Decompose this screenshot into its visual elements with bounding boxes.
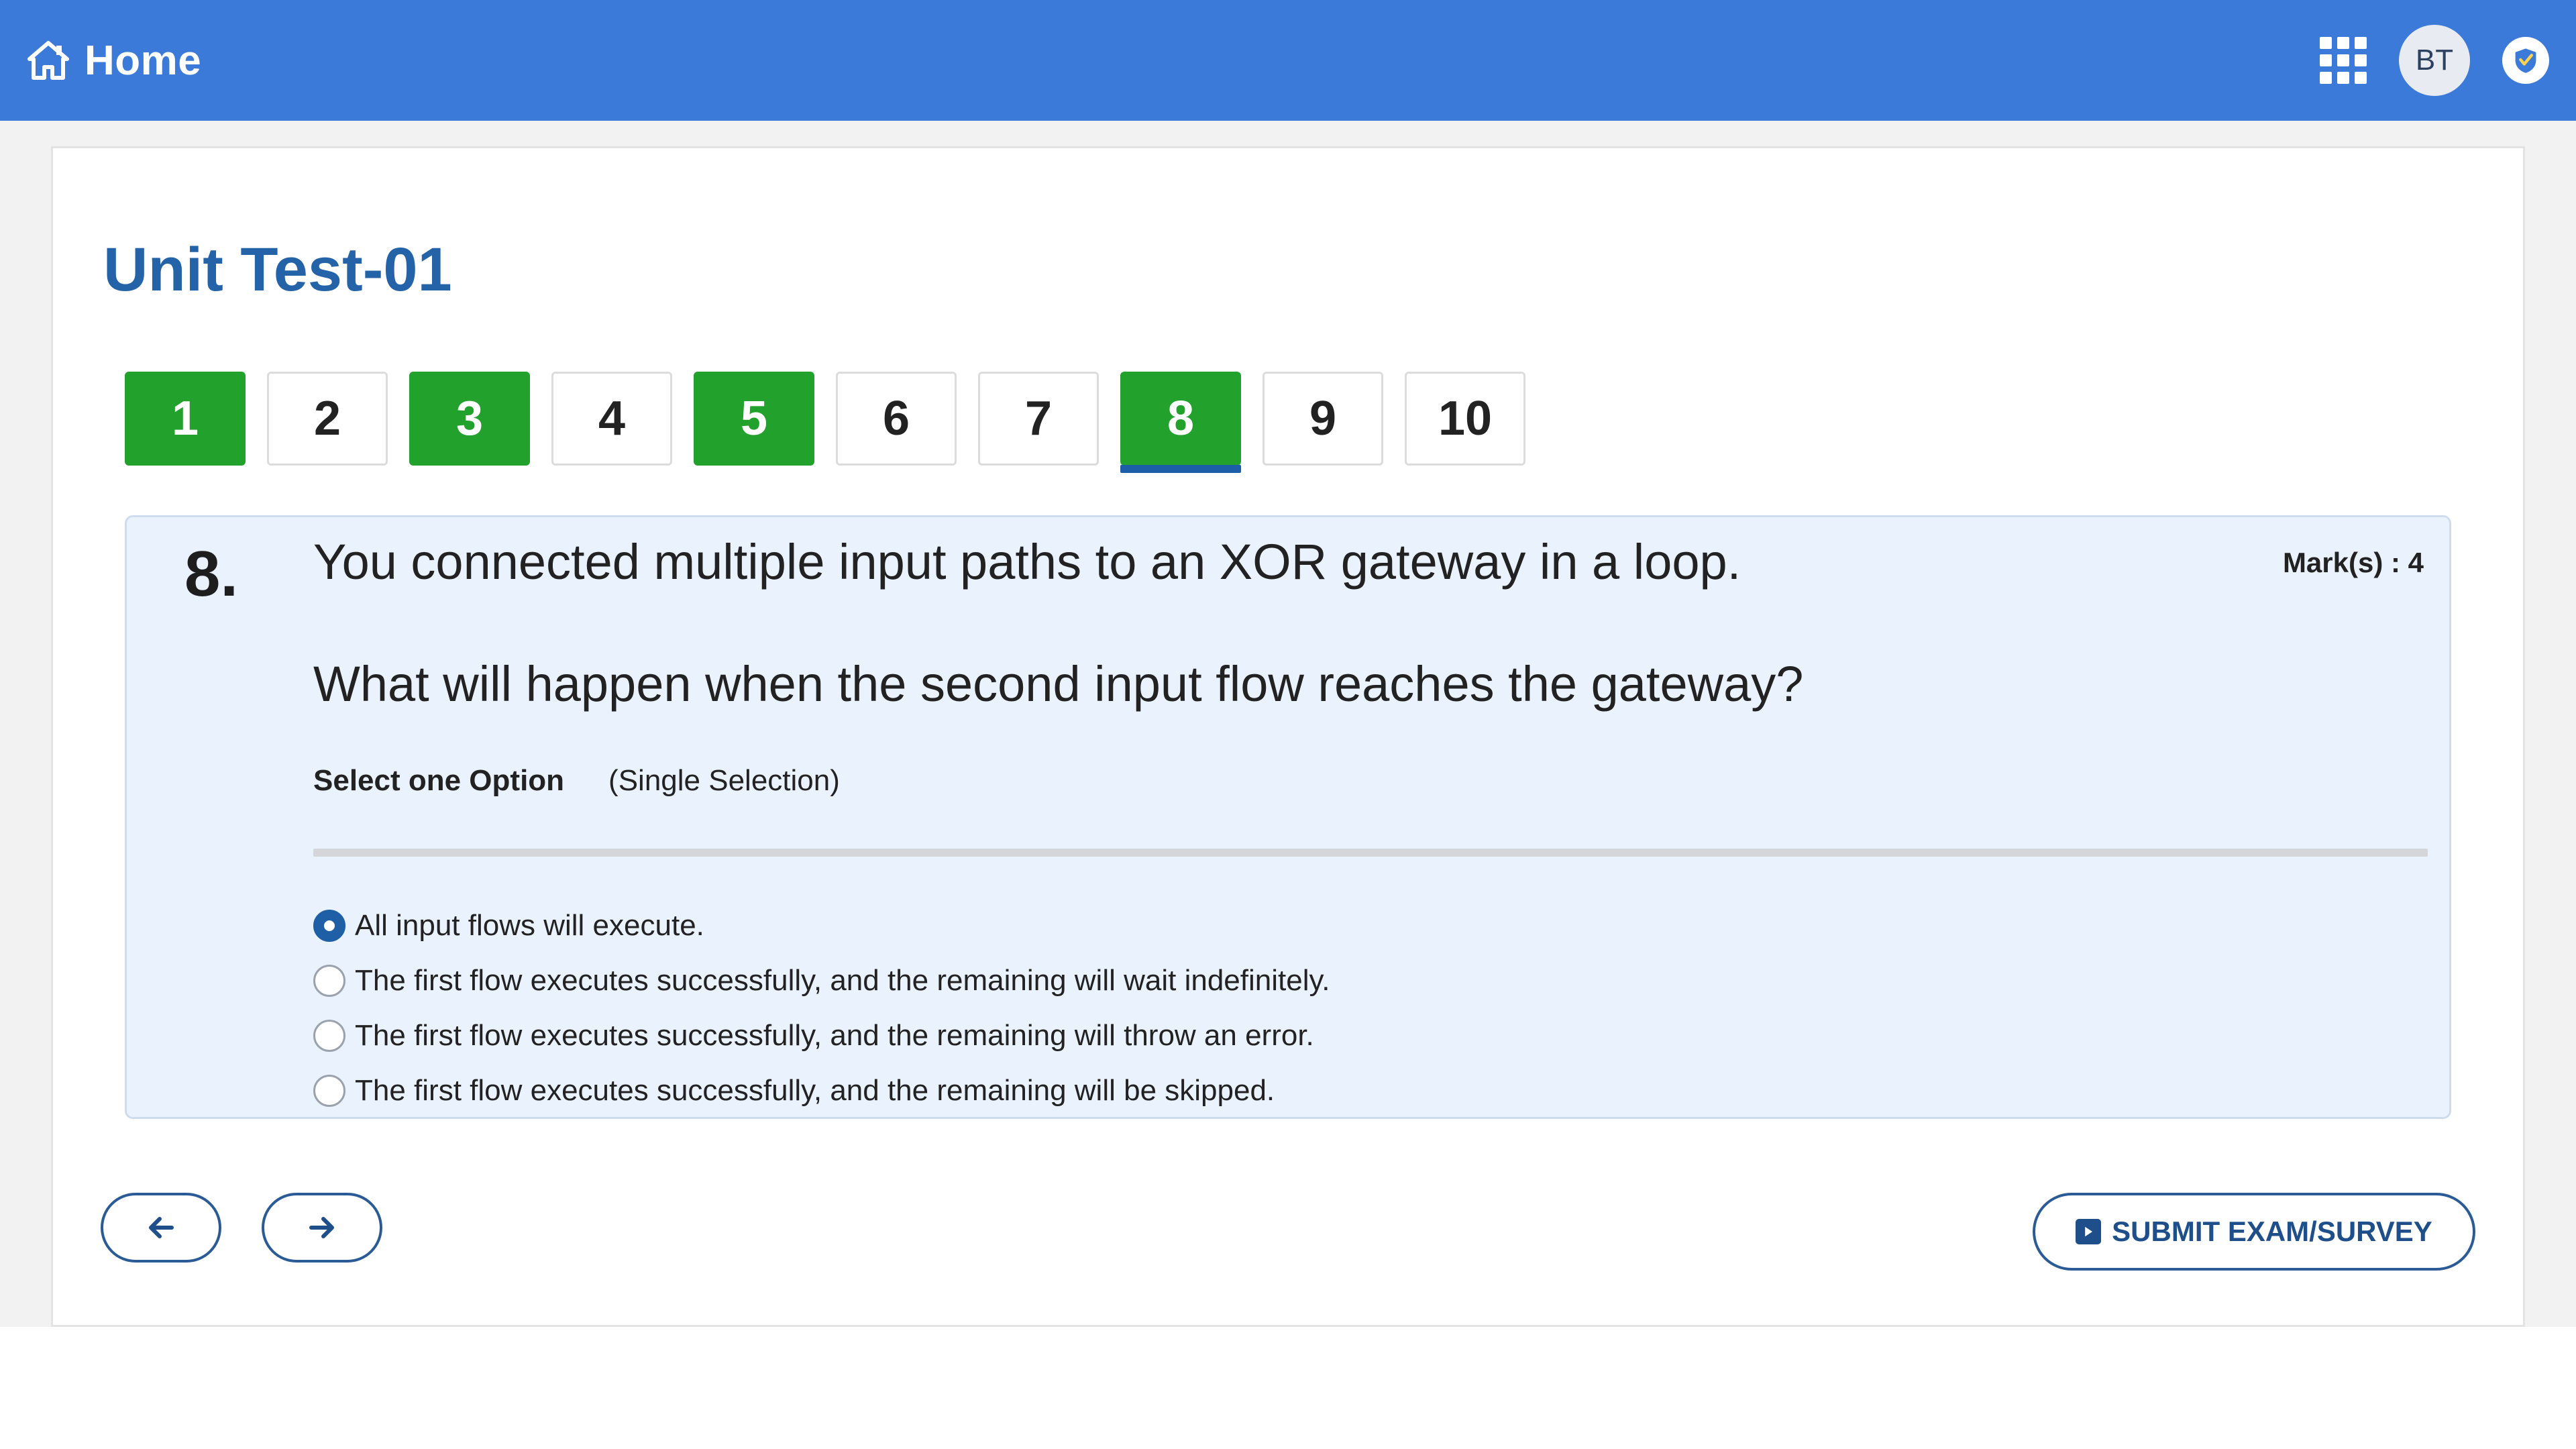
- question-nav-1[interactable]: 1: [125, 372, 246, 466]
- apps-grid-icon[interactable]: [2320, 37, 2367, 84]
- question-nav-7[interactable]: 7: [978, 372, 1099, 466]
- question-number: 8.: [184, 538, 239, 610]
- answer-option-2[interactable]: The first flow executes successfully, an…: [313, 953, 1330, 1008]
- question-nav-3[interactable]: 3: [409, 372, 530, 466]
- question-nav-5[interactable]: 5: [694, 372, 814, 466]
- question-nav-10[interactable]: 10: [1405, 372, 1525, 466]
- answer-option-3[interactable]: The first flow executes successfully, an…: [313, 1008, 1330, 1063]
- avatar[interactable]: BT: [2399, 25, 2470, 96]
- question-nav-8[interactable]: 8: [1120, 372, 1241, 473]
- radio-button-selected[interactable]: [313, 910, 345, 942]
- arrow-left-icon: [149, 1217, 174, 1238]
- previous-question-button[interactable]: [101, 1193, 221, 1263]
- question-text-line-2: What will happen when the second input f…: [313, 656, 1804, 712]
- answer-option-label: The first flow executes successfully, an…: [355, 964, 1330, 997]
- question-nav-9[interactable]: 9: [1263, 372, 1383, 466]
- top-bar: Home BT: [0, 0, 2576, 121]
- answer-option-label: The first flow executes successfully, an…: [355, 1074, 1275, 1107]
- question-text-line-1: You connected multiple input paths to an…: [313, 534, 1741, 590]
- question-nav-2[interactable]: 2: [267, 372, 388, 466]
- submit-label: SUBMIT EXAM/SURVEY: [2112, 1216, 2432, 1247]
- radio-button[interactable]: [313, 965, 345, 997]
- shield-badge-icon[interactable]: [2502, 37, 2549, 84]
- answer-options: All input flows will execute. The first …: [313, 898, 1330, 1118]
- answer-option-label: All input flows will execute.: [355, 909, 704, 942]
- question-navigator: 1 2 3 4 5 6 7 8 9 10: [125, 372, 1525, 473]
- selection-type-label: (Single Selection): [608, 764, 840, 797]
- divider: [313, 849, 2428, 857]
- question-panel: 8. You connected multiple input paths to…: [125, 515, 2451, 1119]
- submit-exam-button[interactable]: SUBMIT EXAM/SURVEY: [2033, 1193, 2475, 1271]
- home-label: Home: [85, 37, 202, 84]
- radio-button[interactable]: [313, 1075, 345, 1107]
- answer-option-4[interactable]: The first flow executes successfully, an…: [313, 1063, 1330, 1118]
- question-text: You connected multiple input paths to an…: [313, 537, 2192, 782]
- radio-button[interactable]: [313, 1020, 345, 1052]
- arrow-right-icon: [309, 1217, 334, 1238]
- selection-instructions: Select one Option (Single Selection): [313, 764, 840, 798]
- question-nav-4[interactable]: 4: [551, 372, 672, 466]
- submit-icon: [2076, 1219, 2102, 1244]
- marks-label: Mark(s) : 4: [2282, 547, 2424, 578]
- home-icon: [28, 41, 69, 80]
- home-link[interactable]: Home: [27, 37, 201, 85]
- select-option-label: Select one Option: [313, 764, 565, 797]
- next-question-button[interactable]: [262, 1193, 382, 1263]
- page-title: Unit Test-01: [103, 235, 452, 304]
- answer-option-label: The first flow executes successfully, an…: [355, 1019, 1314, 1052]
- question-nav-6[interactable]: 6: [836, 372, 957, 466]
- answer-option-1[interactable]: All input flows will execute.: [313, 898, 1330, 953]
